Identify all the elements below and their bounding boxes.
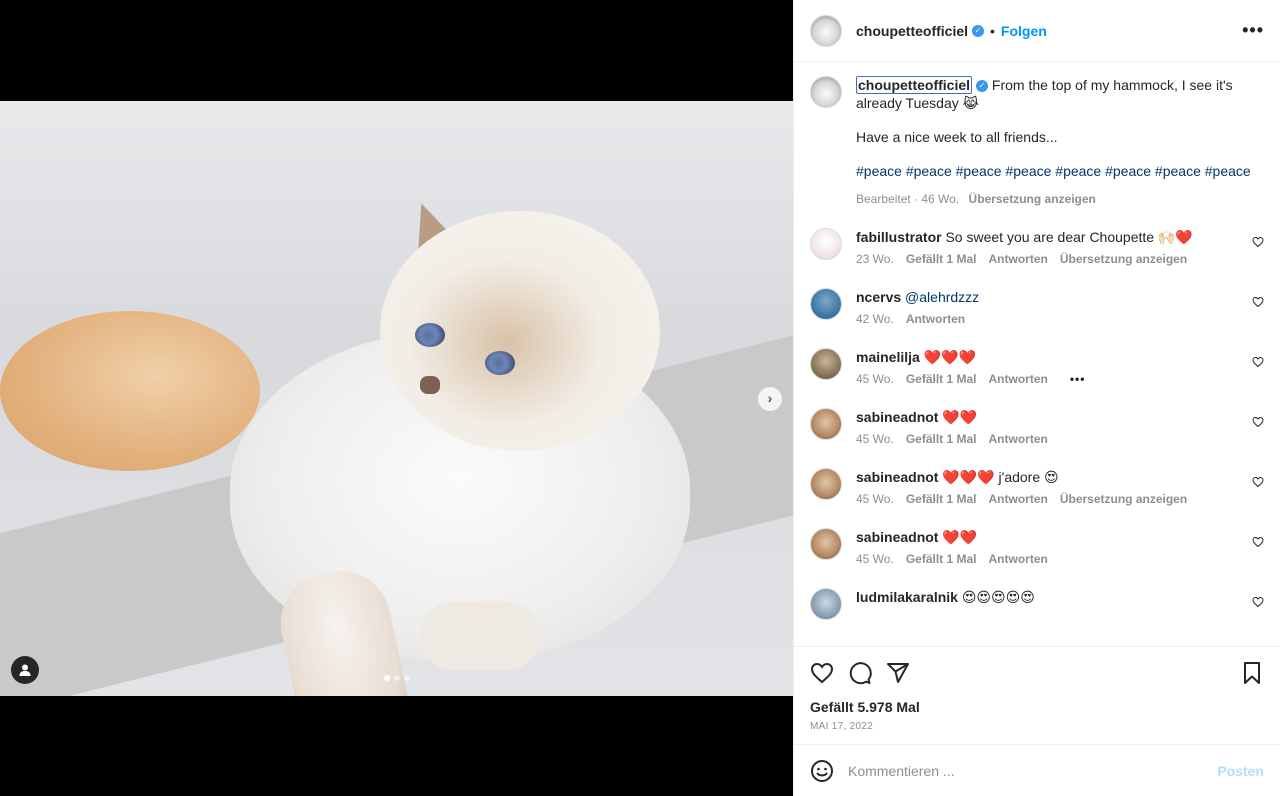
caption-username[interactable]: choupetteofficiel: [856, 76, 973, 94]
comment-text: ❤️❤️❤️ j'adore 😍: [942, 469, 1059, 485]
user-icon: [19, 664, 31, 676]
caption-hashtags[interactable]: #peace #peace #peace #peace #peace #peac…: [856, 162, 1264, 180]
verified-badge-icon: ✓: [972, 24, 985, 37]
reply-button[interactable]: Antworten: [989, 252, 1048, 266]
comment-options-icon[interactable]: •••: [1070, 372, 1086, 386]
comment-item: sabineadnot ❤️❤️ 45 Wo. Gefällt 1 Mal An…: [810, 528, 1264, 566]
comment-mention[interactable]: @alehrdzzz: [905, 289, 979, 305]
comment-likes[interactable]: Gefällt 1 Mal: [906, 552, 977, 566]
comment-item: ludmilakaralnik 😍😍😍😍😍: [810, 588, 1264, 620]
avatar[interactable]: [810, 588, 842, 620]
heart-icon[interactable]: [1252, 416, 1264, 428]
comment-username[interactable]: sabineadnot: [856, 529, 938, 545]
reply-button[interactable]: Antworten: [989, 372, 1048, 386]
comment-username[interactable]: sabineadnot: [856, 469, 938, 485]
avatar[interactable]: [810, 14, 842, 47]
avatar[interactable]: [810, 408, 842, 440]
reply-button[interactable]: Antworten: [989, 552, 1048, 566]
carousel-dots: [384, 675, 410, 681]
comment-text: 😍😍😍😍😍: [961, 589, 1035, 605]
likes-count[interactable]: Gefällt 5.978 Mal: [810, 699, 1264, 715]
comment-username[interactable]: mainelilja: [856, 349, 920, 365]
heart-icon[interactable]: [810, 661, 834, 685]
carousel-dot: [384, 675, 390, 681]
comment-username[interactable]: ncervs: [856, 289, 901, 305]
heart-icon[interactable]: [1252, 476, 1264, 488]
header-separator: •: [990, 22, 995, 39]
avatar[interactable]: [810, 288, 842, 320]
comment-text: ❤️❤️: [942, 409, 978, 425]
comment-item: ncervs @alehrdzzz 42 Wo. Antworten: [810, 288, 1264, 326]
post-actions: Gefällt 5.978 Mal MAI 17, 2022: [794, 646, 1280, 744]
reply-button[interactable]: Antworten: [989, 492, 1048, 506]
comment-item: sabineadnot ❤️❤️❤️ j'adore 😍 45 Wo. Gefä…: [810, 468, 1264, 506]
heart-icon[interactable]: [1252, 296, 1264, 308]
heart-icon[interactable]: [1252, 356, 1264, 368]
cat-paw: [420, 601, 540, 671]
comment-age[interactable]: 45 Wo.: [856, 432, 894, 446]
reply-button[interactable]: Antworten: [906, 312, 965, 326]
avatar[interactable]: [810, 528, 842, 560]
comment-age[interactable]: 42 Wo.: [856, 312, 894, 326]
comment-composer: Posten: [794, 744, 1280, 796]
heart-icon[interactable]: [1252, 536, 1264, 548]
avatar[interactable]: [810, 228, 842, 260]
comment-age[interactable]: 45 Wo.: [856, 492, 894, 506]
media-panel: ›: [0, 0, 793, 796]
caption: choupetteofficiel ✓ From the top of my ha…: [810, 76, 1264, 208]
translate-link[interactable]: Übersetzung anzeigen: [1060, 252, 1187, 266]
comment-text: So sweet you are dear Choupette 🙌🏻❤️: [945, 229, 1193, 245]
follow-button[interactable]: Folgen: [1001, 23, 1047, 39]
comment-item: sabineadnot ❤️❤️ 45 Wo. Gefällt 1 Mal An…: [810, 408, 1264, 446]
cat-tail: [0, 311, 260, 471]
avatar[interactable]: [810, 348, 842, 380]
comment-likes[interactable]: Gefällt 1 Mal: [906, 432, 977, 446]
comment-icon[interactable]: [848, 661, 872, 685]
bookmark-icon[interactable]: [1240, 661, 1264, 685]
emoji-icon[interactable]: [810, 759, 834, 783]
carousel-dot: [394, 675, 400, 681]
comment-input[interactable]: [848, 762, 1218, 779]
cat-eye: [485, 351, 515, 375]
comment-age[interactable]: 45 Wo.: [856, 372, 894, 386]
caption-text: Have a nice week to all friends...: [856, 129, 1058, 145]
comment-likes[interactable]: Gefällt 1 Mal: [906, 372, 977, 386]
comment-username[interactable]: ludmilakaralnik: [856, 589, 958, 605]
comment-likes[interactable]: Gefällt 1 Mal: [906, 252, 977, 266]
more-options-icon[interactable]: •••: [1242, 20, 1264, 41]
share-icon[interactable]: [886, 661, 910, 685]
avatar[interactable]: [810, 76, 842, 108]
post-comment-button[interactable]: Posten: [1217, 763, 1264, 779]
comment-age[interactable]: 23 Wo.: [856, 252, 894, 266]
header-username[interactable]: choupetteofficiel: [856, 23, 968, 39]
cat-nose: [420, 376, 440, 394]
translate-link[interactable]: Übersetzung anzeigen: [969, 192, 1096, 206]
caption-age[interactable]: 46 Wo.: [921, 192, 959, 206]
carousel-dot: [404, 675, 410, 681]
comments-list[interactable]: choupetteofficiel ✓ From the top of my ha…: [794, 62, 1280, 646]
cat-eye: [415, 323, 445, 347]
comment-text: ❤️❤️: [942, 529, 978, 545]
carousel-next-button[interactable]: ›: [758, 387, 782, 411]
post-header: choupetteofficiel ✓ • Folgen •••: [794, 0, 1280, 62]
post-sidebar: choupetteofficiel ✓ • Folgen ••• choupet…: [793, 0, 1280, 796]
reply-button[interactable]: Antworten: [989, 432, 1048, 446]
edited-label: Bearbeitet: [856, 192, 911, 206]
heart-icon[interactable]: [1252, 596, 1264, 608]
avatar[interactable]: [810, 468, 842, 500]
tagged-users-button[interactable]: [11, 656, 39, 684]
comment-username[interactable]: sabineadnot: [856, 409, 938, 425]
verified-badge-icon: ✓: [976, 80, 989, 93]
comment-age[interactable]: 45 Wo.: [856, 552, 894, 566]
heart-icon[interactable]: [1252, 236, 1264, 248]
comment-username[interactable]: fabillustrator: [856, 229, 942, 245]
translate-link[interactable]: Übersetzung anzeigen: [1060, 492, 1187, 506]
comment-item: mainelilja ❤️❤️❤️ 45 Wo. Gefällt 1 Mal A…: [810, 348, 1264, 386]
post-photo[interactable]: [0, 101, 793, 696]
post-dialog: › choupetteofficiel ✓ • Folgen ••• choup…: [0, 0, 1280, 796]
post-date[interactable]: MAI 17, 2022: [810, 721, 1264, 732]
comment-text: ❤️❤️❤️: [923, 349, 976, 365]
comment-likes[interactable]: Gefällt 1 Mal: [906, 492, 977, 506]
comment-item: fabillustrator So sweet you are dear Cho…: [810, 228, 1264, 266]
